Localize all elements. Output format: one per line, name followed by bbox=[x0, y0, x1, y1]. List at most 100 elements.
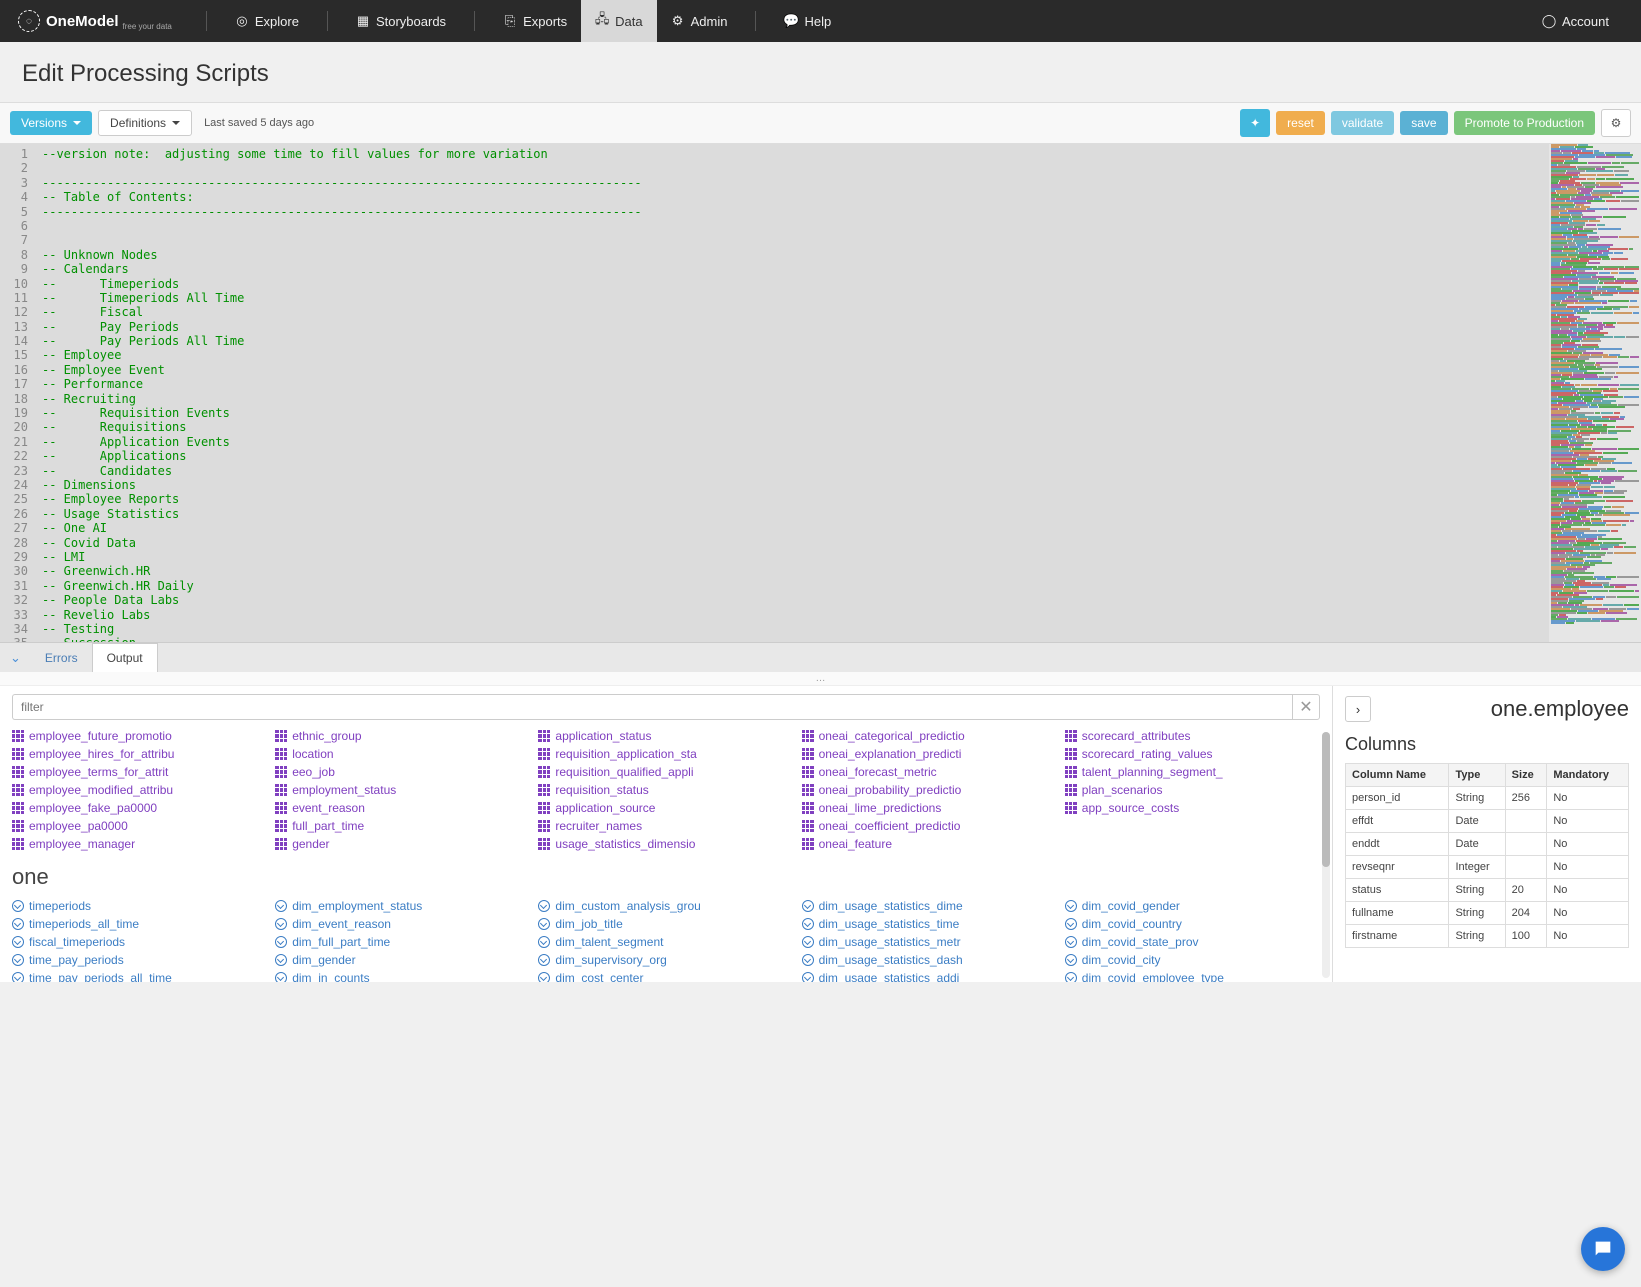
settings-button[interactable]: ⚙ bbox=[1601, 109, 1631, 137]
list-item[interactable]: timeperiods_all_time bbox=[12, 916, 267, 932]
nav-exports[interactable]: ⎘Exports bbox=[489, 0, 581, 42]
list-item[interactable]: dim_gender bbox=[275, 952, 530, 968]
list-item[interactable]: dim_covid_gender bbox=[1065, 898, 1320, 914]
nav-storyboards[interactable]: ▦Storyboards bbox=[342, 0, 460, 42]
list-item[interactable]: gender bbox=[275, 836, 530, 852]
list-item[interactable]: employee_pa0000 bbox=[12, 818, 267, 834]
table-cell bbox=[1505, 810, 1547, 833]
list-item[interactable]: time_pay_periods_all_time bbox=[12, 970, 267, 982]
list-item[interactable]: dim_usage_statistics_addi bbox=[802, 970, 1057, 982]
definitions-button[interactable]: Definitions bbox=[98, 110, 192, 136]
code-area[interactable]: --version note: adjusting some time to f… bbox=[36, 144, 1549, 642]
list-item[interactable]: employee_manager bbox=[12, 836, 267, 852]
table-row[interactable]: revseqnrIntegerNo bbox=[1346, 856, 1629, 879]
scrollbar-thumb[interactable] bbox=[1322, 732, 1330, 867]
table-row[interactable]: enddtDateNo bbox=[1346, 833, 1629, 856]
list-item[interactable]: dim_usage_statistics_dash bbox=[802, 952, 1057, 968]
grid-icon bbox=[538, 766, 550, 778]
list-item[interactable]: plan_scenarios bbox=[1065, 782, 1320, 798]
list-item[interactable]: oneai_forecast_metric bbox=[802, 764, 1057, 780]
code-editor[interactable]: 1234567891011121314151617181920212223242… bbox=[0, 144, 1549, 642]
grid-icon bbox=[538, 802, 550, 814]
list-item[interactable]: dim_job_title bbox=[538, 916, 793, 932]
brand-logo[interactable]: ◌ OneModel free your data bbox=[18, 10, 172, 32]
list-item[interactable]: app_source_costs bbox=[1065, 800, 1320, 816]
list-item[interactable]: fiscal_timeperiods bbox=[12, 934, 267, 950]
minimap[interactable] bbox=[1549, 144, 1641, 642]
table-row[interactable]: person_idString256No bbox=[1346, 787, 1629, 810]
list-item[interactable]: dim_in_counts bbox=[275, 970, 530, 982]
list-item[interactable]: dim_full_part_time bbox=[275, 934, 530, 950]
list-item[interactable]: full_part_time bbox=[275, 818, 530, 834]
versions-button[interactable]: Versions bbox=[10, 111, 92, 135]
nav-data[interactable]: 🖧Data bbox=[581, 0, 656, 42]
list-item[interactable]: eeo_job bbox=[275, 764, 530, 780]
section-header-one: one bbox=[12, 864, 1320, 890]
list-item[interactable]: employee_terms_for_attrit bbox=[12, 764, 267, 780]
list-item[interactable]: application_source bbox=[538, 800, 793, 816]
list-item[interactable]: location bbox=[275, 746, 530, 762]
nav-help[interactable]: 💬Help bbox=[770, 0, 845, 42]
list-item[interactable]: oneai_categorical_predictio bbox=[802, 728, 1057, 744]
list-item[interactable]: timeperiods bbox=[12, 898, 267, 914]
list-item[interactable]: employee_fake_pa0000 bbox=[12, 800, 267, 816]
sparkle-button[interactable]: ✦ bbox=[1240, 109, 1270, 137]
collapse-panel-button[interactable]: ⌄ bbox=[0, 650, 31, 666]
list-item[interactable]: oneai_lime_predictions bbox=[802, 800, 1057, 816]
table-row[interactable]: fullnameString204No bbox=[1346, 902, 1629, 925]
list-item[interactable]: scorecard_attributes bbox=[1065, 728, 1320, 744]
list-item[interactable]: dim_covid_country bbox=[1065, 916, 1320, 932]
expand-panel-button[interactable]: › bbox=[1345, 696, 1371, 722]
list-item[interactable]: oneai_feature bbox=[802, 836, 1057, 852]
list-item-label: oneai_forecast_metric bbox=[819, 765, 937, 779]
list-item[interactable]: dim_cost_center bbox=[538, 970, 793, 982]
list-item[interactable]: oneai_coefficient_predictio bbox=[802, 818, 1057, 834]
promote-button[interactable]: Promote to Production bbox=[1454, 111, 1595, 135]
list-item[interactable]: employment_status bbox=[275, 782, 530, 798]
resize-handle[interactable]: … bbox=[0, 672, 1641, 686]
tab-output[interactable]: Output bbox=[92, 643, 158, 672]
list-item[interactable]: ethnic_group bbox=[275, 728, 530, 744]
list-item[interactable]: employee_hires_for_attribu bbox=[12, 746, 267, 762]
nav-explore[interactable]: ◎Explore bbox=[221, 0, 313, 42]
filter-input[interactable] bbox=[12, 694, 1292, 720]
nav-account[interactable]: ◯Account bbox=[1528, 0, 1623, 42]
filter-clear-button[interactable]: ✕ bbox=[1292, 694, 1320, 720]
list-item[interactable]: requisition_status bbox=[538, 782, 793, 798]
list-item[interactable]: requisition_qualified_appli bbox=[538, 764, 793, 780]
scrollbar[interactable] bbox=[1322, 732, 1330, 978]
list-item[interactable]: employee_future_promotio bbox=[12, 728, 267, 744]
list-item[interactable]: time_pay_periods bbox=[12, 952, 267, 968]
list-item[interactable]: scorecard_rating_values bbox=[1065, 746, 1320, 762]
list-item[interactable]: application_status bbox=[538, 728, 793, 744]
reset-button[interactable]: reset bbox=[1276, 111, 1325, 135]
validate-button[interactable]: validate bbox=[1331, 111, 1394, 135]
list-item[interactable]: requisition_application_sta bbox=[538, 746, 793, 762]
list-item[interactable]: oneai_explanation_predicti bbox=[802, 746, 1057, 762]
table-row[interactable]: effdtDateNo bbox=[1346, 810, 1629, 833]
list-item[interactable]: dim_talent_segment bbox=[538, 934, 793, 950]
list-item[interactable]: dim_usage_statistics_metr bbox=[802, 934, 1057, 950]
list-item[interactable]: usage_statistics_dimensio bbox=[538, 836, 793, 852]
chat-widget-button[interactable] bbox=[1581, 1227, 1625, 1271]
list-item[interactable]: talent_planning_segment_ bbox=[1065, 764, 1320, 780]
list-item[interactable]: oneai_probability_predictio bbox=[802, 782, 1057, 798]
list-item[interactable]: dim_custom_analysis_grou bbox=[538, 898, 793, 914]
table-row[interactable]: firstnameString100No bbox=[1346, 925, 1629, 948]
list-item[interactable]: event_reason bbox=[275, 800, 530, 816]
list-item[interactable]: dim_covid_employee_type bbox=[1065, 970, 1320, 982]
save-button[interactable]: save bbox=[1400, 111, 1447, 135]
nav-admin[interactable]: ⚙Admin bbox=[657, 0, 742, 42]
check-circle-icon bbox=[1065, 918, 1077, 930]
list-item[interactable]: dim_covid_city bbox=[1065, 952, 1320, 968]
tab-errors[interactable]: Errors bbox=[31, 644, 92, 672]
list-item[interactable]: dim_usage_statistics_time bbox=[802, 916, 1057, 932]
list-item[interactable]: dim_covid_state_prov bbox=[1065, 934, 1320, 950]
list-item[interactable]: dim_event_reason bbox=[275, 916, 530, 932]
list-item[interactable]: dim_usage_statistics_dime bbox=[802, 898, 1057, 914]
list-item[interactable]: dim_employment_status bbox=[275, 898, 530, 914]
list-item[interactable]: employee_modified_attribu bbox=[12, 782, 267, 798]
table-row[interactable]: statusString20No bbox=[1346, 879, 1629, 902]
list-item[interactable]: dim_supervisory_org bbox=[538, 952, 793, 968]
list-item[interactable]: recruiter_names bbox=[538, 818, 793, 834]
